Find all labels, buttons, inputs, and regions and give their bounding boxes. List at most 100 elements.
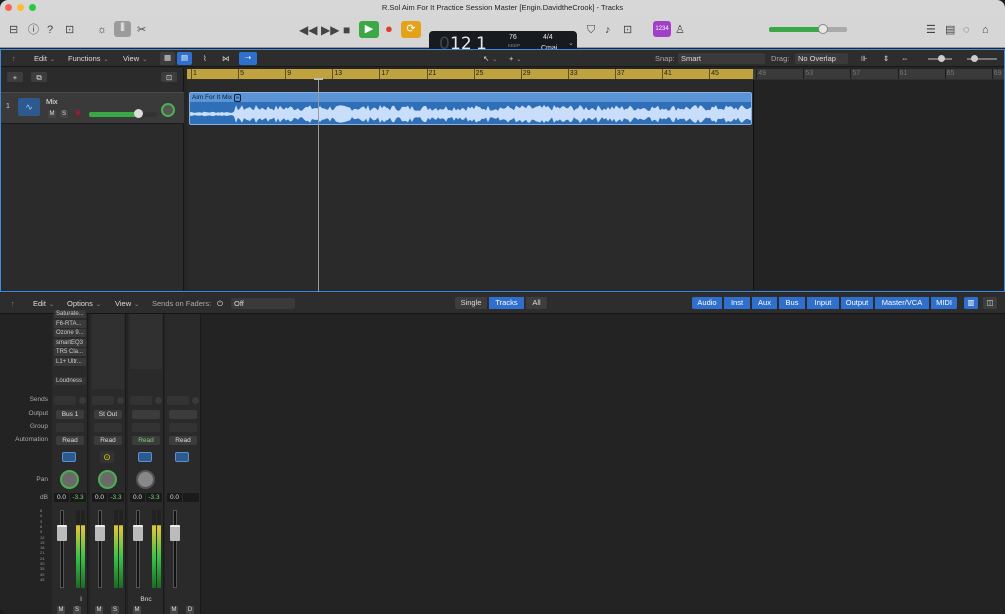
- automation-mode[interactable]: Read: [94, 436, 122, 445]
- library-icon[interactable]: ⊟: [9, 23, 18, 37]
- mixer-icon[interactable]: ⫴: [114, 21, 131, 37]
- track-name[interactable]: Mix: [46, 97, 58, 106]
- plugin-slot[interactable]: F6-RTA...: [54, 319, 86, 328]
- view-menu[interactable]: View ⌄: [120, 53, 150, 64]
- browsers-icon[interactable]: ⌂: [982, 23, 989, 37]
- record-enable-button[interactable]: R: [74, 110, 82, 118]
- tab-single[interactable]: Single: [455, 297, 488, 309]
- send-slot[interactable]: [167, 396, 189, 405]
- plugin-slot[interactable]: Ozone 9...: [54, 329, 86, 337]
- list-editors-icon[interactable]: ☰: [926, 23, 936, 37]
- vertical-zoom-icon[interactable]: ⇕: [880, 53, 892, 64]
- pan-knob[interactable]: [98, 470, 117, 489]
- strip-solo-button[interactable]: D: [186, 606, 194, 614]
- track-header-mix[interactable]: 1 ∿ Mix M S R: [1, 92, 184, 124]
- strip-mute-button[interactable]: M: [57, 606, 65, 614]
- send-knob[interactable]: [117, 397, 124, 404]
- list-view-icon[interactable]: ▤: [177, 52, 192, 65]
- automation-mode[interactable]: Read: [132, 436, 160, 445]
- waveform-zoom-icon[interactable]: ⊪: [858, 53, 871, 64]
- notes-icon[interactable]: ▤: [945, 23, 955, 37]
- ruler-after-end[interactable]: 49 53 57 61 65 69: [753, 69, 1004, 79]
- automation-mode[interactable]: Read: [56, 436, 84, 445]
- audio-region[interactable]: Aim For It Mix ∞: [189, 92, 752, 125]
- metronome-icon[interactable]: ♙: [675, 23, 685, 37]
- group-slot[interactable]: [56, 423, 84, 432]
- secondary-tool-icon[interactable]: + ⌄: [506, 53, 524, 64]
- smart-controls-icon[interactable]: ☼: [97, 23, 107, 37]
- volume-fader-cap[interactable]: [170, 525, 180, 541]
- volume-fader-cap[interactable]: [57, 525, 67, 541]
- filter-inst[interactable]: Inst: [724, 297, 751, 309]
- grid-view-icon[interactable]: ▦: [160, 52, 175, 65]
- stop-icon[interactable]: ■: [343, 23, 350, 37]
- mixer-options-menu[interactable]: Options ⌄: [64, 298, 104, 309]
- minimize-window-button[interactable]: [17, 4, 24, 11]
- rewind-icon[interactable]: ◀◀: [299, 23, 317, 37]
- edit-menu[interactable]: Edit ⌄: [31, 53, 58, 64]
- send-knob[interactable]: [79, 397, 86, 404]
- sends-on-faders-select[interactable]: Off: [231, 298, 295, 309]
- strip-mute-button[interactable]: M: [133, 606, 141, 614]
- record-icon[interactable]: ●: [385, 22, 393, 36]
- vertical-zoom-slider[interactable]: [928, 55, 952, 62]
- count-in-button[interactable]: 1234: [653, 21, 671, 37]
- volume-fader-track[interactable]: [60, 510, 64, 588]
- mute-button[interactable]: M: [48, 110, 56, 118]
- master-volume-knob[interactable]: [818, 24, 828, 34]
- play-button[interactable]: ▶: [359, 21, 379, 38]
- group-slot[interactable]: [169, 423, 197, 432]
- track-volume-slider[interactable]: [89, 109, 157, 118]
- output-slot[interactable]: [132, 410, 160, 419]
- strip-solo-button[interactable]: S: [73, 606, 81, 614]
- send-slot[interactable]: [54, 396, 76, 405]
- pan-knob[interactable]: [60, 470, 79, 489]
- add-track-icon[interactable]: +: [7, 72, 23, 82]
- group-slot[interactable]: [94, 423, 122, 432]
- filter-output[interactable]: Output: [841, 297, 874, 309]
- track-lane-after-end[interactable]: [753, 80, 1004, 290]
- plugin-slot[interactable]: Saturate...: [54, 310, 86, 318]
- horizontal-zoom-slider[interactable]: [967, 55, 997, 62]
- snap-select[interactable]: Smart: [678, 53, 765, 64]
- plugin-slot[interactable]: Loudness: [54, 376, 86, 385]
- lcd-chevron-down-icon[interactable]: ⌄: [568, 39, 574, 47]
- ruler[interactable]: 1 5 9 13 17 21 25 29 33 37 41 45: [187, 69, 753, 79]
- narrow-strips-icon[interactable]: ▥: [964, 297, 979, 309]
- automation-icon[interactable]: ⌇: [200, 53, 210, 64]
- pointer-tool-icon[interactable]: ↖ ⌄: [480, 53, 500, 64]
- flex-icon[interactable]: ⋈: [219, 53, 233, 64]
- cycle-button[interactable]: ⟳: [401, 21, 421, 38]
- playhead[interactable]: [318, 80, 319, 292]
- fast-forward-icon[interactable]: ▶▶: [321, 23, 339, 37]
- mixer-view-menu[interactable]: View ⌄: [112, 298, 142, 309]
- volume-fader-cap[interactable]: [133, 525, 143, 541]
- quick-help-icon[interactable]: ?: [47, 23, 53, 37]
- fit-icon[interactable]: ⇔: [898, 53, 912, 64]
- volume-fader-cap[interactable]: [95, 525, 105, 541]
- filter-bus[interactable]: Bus: [779, 297, 806, 309]
- tab-all[interactable]: All: [526, 297, 548, 309]
- solo-button[interactable]: S: [60, 110, 68, 118]
- send-knob[interactable]: [155, 397, 162, 404]
- drag-select[interactable]: No Overlap: [795, 53, 848, 64]
- mixer-back-icon[interactable]: ↑: [8, 298, 18, 309]
- group-slot[interactable]: [132, 423, 160, 432]
- catch-icon[interactable]: ⇢: [239, 52, 257, 65]
- output-slot[interactable]: Bus 1: [56, 410, 84, 419]
- editors-icon[interactable]: ✂: [137, 23, 146, 37]
- volume-fader-track[interactable]: [136, 510, 140, 588]
- send-slot[interactable]: [130, 396, 152, 405]
- send-slot[interactable]: [92, 396, 114, 405]
- plugin-slot[interactable]: L1+ Ultr...: [54, 357, 86, 366]
- back-icon[interactable]: ↑: [9, 53, 19, 64]
- filter-midi[interactable]: MIDI: [931, 297, 958, 309]
- duplicate-track-icon[interactable]: ⧉: [31, 72, 47, 82]
- loops-icon[interactable]: ◌: [963, 23, 970, 37]
- master-volume-slider[interactable]: [769, 24, 847, 34]
- pan-knob[interactable]: [136, 470, 155, 489]
- empty-insert-slots[interactable]: [130, 314, 162, 369]
- zoom-window-button[interactable]: [29, 4, 36, 11]
- volume-fader-track[interactable]: [98, 510, 102, 588]
- close-window-button[interactable]: [5, 4, 12, 11]
